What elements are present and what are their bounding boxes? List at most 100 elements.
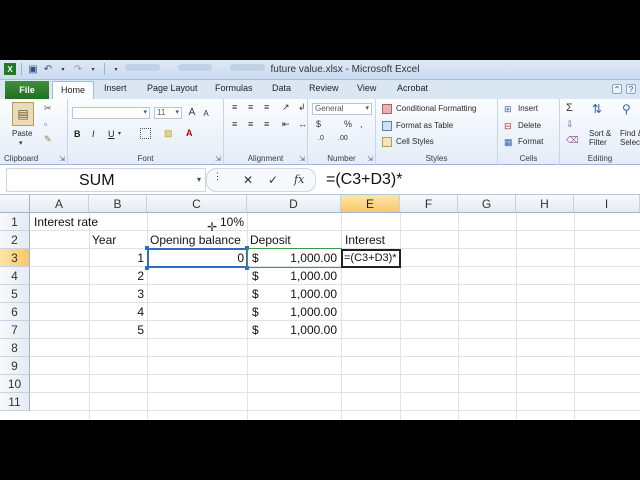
sort-filter-icon[interactable]: ⇅ <box>592 102 602 116</box>
tab-acrobat[interactable]: Acrobat <box>397 83 428 93</box>
grow-font-icon[interactable]: A <box>186 106 198 118</box>
cell-d7[interactable]: 1,000.00 <box>262 321 337 339</box>
column-header-h[interactable]: H <box>516 195 574 213</box>
column-header-c[interactable]: C <box>147 195 247 213</box>
cell-styles-button[interactable]: Cell Styles <box>396 137 434 146</box>
fill-icon[interactable]: ⇩ <box>566 119 574 130</box>
insert-cells-icon[interactable]: ⊞ <box>504 104 512 115</box>
cell-b7[interactable]: 5 <box>89 321 144 339</box>
format-as-table-button[interactable]: Format as Table <box>396 121 453 130</box>
name-box-dropdown-icon[interactable]: ▾ <box>197 175 201 184</box>
enter-icon[interactable]: ✓ <box>268 173 278 187</box>
filter-label[interactable]: Filter <box>589 138 607 147</box>
conditional-formatting-icon[interactable] <box>382 104 392 114</box>
decrease-indent-icon[interactable]: ⇤ <box>282 119 290 130</box>
row-header-1[interactable]: 1 <box>0 213 30 231</box>
column-header-e[interactable]: E <box>341 195 400 213</box>
tab-file[interactable]: File <box>5 81 49 99</box>
column-header-f[interactable]: F <box>400 195 458 213</box>
cell-e2[interactable]: Interest <box>345 231 385 249</box>
tab-home[interactable]: Home <box>52 81 95 100</box>
row-header-2[interactable]: 2 <box>0 231 30 249</box>
fill-color-icon[interactable]: ▧ <box>164 128 173 139</box>
align-bottom-icon[interactable]: ≡ <box>264 102 269 112</box>
cell-c1[interactable]: 10% <box>147 213 244 231</box>
percent-format-icon[interactable]: % <box>344 119 352 129</box>
align-middle-icon[interactable]: ≡ <box>248 102 253 112</box>
row-header-10[interactable]: 10 <box>0 375 30 393</box>
sort-filter-label[interactable]: Sort & <box>589 129 611 138</box>
font-size-combo[interactable]: 11 ▾ <box>154 107 182 119</box>
cell-c3[interactable]: 0 <box>147 249 244 267</box>
align-right-icon[interactable]: ≡ <box>264 119 269 129</box>
cell-a1[interactable]: Interest rate <box>34 213 98 231</box>
cell-d2[interactable]: Deposit <box>250 231 291 249</box>
alignment-launcher-icon[interactable]: ⇲ <box>299 155 305 163</box>
align-center-icon[interactable]: ≡ <box>248 119 253 129</box>
orientation-icon[interactable]: ↗ <box>282 102 290 113</box>
underline-icon[interactable]: U <box>108 129 115 139</box>
align-left-icon[interactable]: ≡ <box>232 119 237 129</box>
cell-d4[interactable]: 1,000.00 <box>262 267 337 285</box>
cell-b4[interactable]: 2 <box>89 267 144 285</box>
worksheet-grid[interactable]: A B C D E F G H I 1 2 3 4 5 6 7 8 9 10 1… <box>0 195 640 420</box>
formula-bar-expand-icon[interactable]: ⋮ <box>213 171 222 182</box>
tab-review[interactable]: Review <box>309 83 339 93</box>
tab-formulas[interactable]: Formulas <box>215 83 253 93</box>
row-header-8[interactable]: 8 <box>0 339 30 357</box>
borders-icon[interactable] <box>140 128 151 139</box>
cell-c2[interactable]: Opening balance <box>150 231 241 249</box>
italic-icon[interactable]: I <box>92 129 95 139</box>
shrink-font-icon[interactable]: A <box>200 107 212 119</box>
paste-dropdown-icon[interactable]: ▾ <box>19 139 23 147</box>
insert-function-icon[interactable]: fx <box>294 173 304 186</box>
paste-icon[interactable]: ▤ <box>12 102 34 126</box>
formula-input[interactable]: =(C3+D3)* <box>320 168 636 192</box>
wrap-text-icon[interactable]: ↲ <box>298 102 306 113</box>
number-launcher-icon[interactable]: ⇲ <box>367 155 373 163</box>
currency-format-icon[interactable]: $ <box>316 119 321 129</box>
font-launcher-icon[interactable]: ⇲ <box>215 155 221 163</box>
find-select-icon[interactable]: ⚲ <box>622 102 631 116</box>
cell-b6[interactable]: 4 <box>89 303 144 321</box>
column-header-b[interactable]: B <box>89 195 147 213</box>
format-cells-icon[interactable]: ▦ <box>504 137 513 148</box>
underline-dropdown-icon[interactable]: ▾ <box>118 130 121 137</box>
row-header-5[interactable]: 5 <box>0 285 30 303</box>
format-as-table-icon[interactable] <box>382 121 392 131</box>
delete-cells-icon[interactable]: ⊟ <box>504 121 512 132</box>
number-format-combo[interactable]: General ▾ <box>312 103 372 115</box>
font-color-icon[interactable]: A <box>186 128 193 138</box>
row-header-11[interactable]: 11 <box>0 393 30 411</box>
cell-d5[interactable]: 1,000.00 <box>262 285 337 303</box>
row-header-7[interactable]: 7 <box>0 321 30 339</box>
select-label[interactable]: Selec <box>620 138 640 147</box>
autosum-icon[interactable]: Σ <box>566 102 573 114</box>
name-box[interactable]: SUM ▾ <box>6 168 206 192</box>
cell-e3-edit[interactable]: =(C3+D3)* <box>344 249 397 267</box>
insert-cells-button[interactable]: Insert <box>518 104 538 113</box>
tab-insert[interactable]: Insert <box>104 83 127 93</box>
cell-b5[interactable]: 3 <box>89 285 144 303</box>
decrease-decimal-icon[interactable]: .00 <box>338 135 348 142</box>
cell-b2[interactable]: Year <box>92 231 116 249</box>
copy-icon[interactable]: ▫ <box>44 119 47 129</box>
font-name-combo[interactable]: ▾ <box>72 107 150 119</box>
clipboard-launcher-icon[interactable]: ⇲ <box>59 155 65 163</box>
cell-d3[interactable]: 1,000.00 <box>262 249 337 267</box>
conditional-formatting-button[interactable]: Conditional Formatting <box>396 104 476 113</box>
row-header-3[interactable]: 3 <box>0 249 30 267</box>
minimize-ribbon-icon[interactable]: ⌃ <box>612 84 622 94</box>
bold-icon[interactable]: B <box>74 129 81 139</box>
align-top-icon[interactable]: ≡ <box>232 102 237 112</box>
cancel-icon[interactable]: ✕ <box>243 173 253 187</box>
format-painter-icon[interactable]: ✎ <box>44 134 52 145</box>
column-header-g[interactable]: G <box>458 195 516 213</box>
tab-data[interactable]: Data <box>272 83 291 93</box>
row-header-6[interactable]: 6 <box>0 303 30 321</box>
select-all-corner[interactable] <box>0 195 30 213</box>
column-header-d[interactable]: D <box>247 195 341 213</box>
cell-d6[interactable]: 1,000.00 <box>262 303 337 321</box>
tab-page-layout[interactable]: Page Layout <box>147 83 198 93</box>
delete-cells-button[interactable]: Delete <box>518 121 541 130</box>
